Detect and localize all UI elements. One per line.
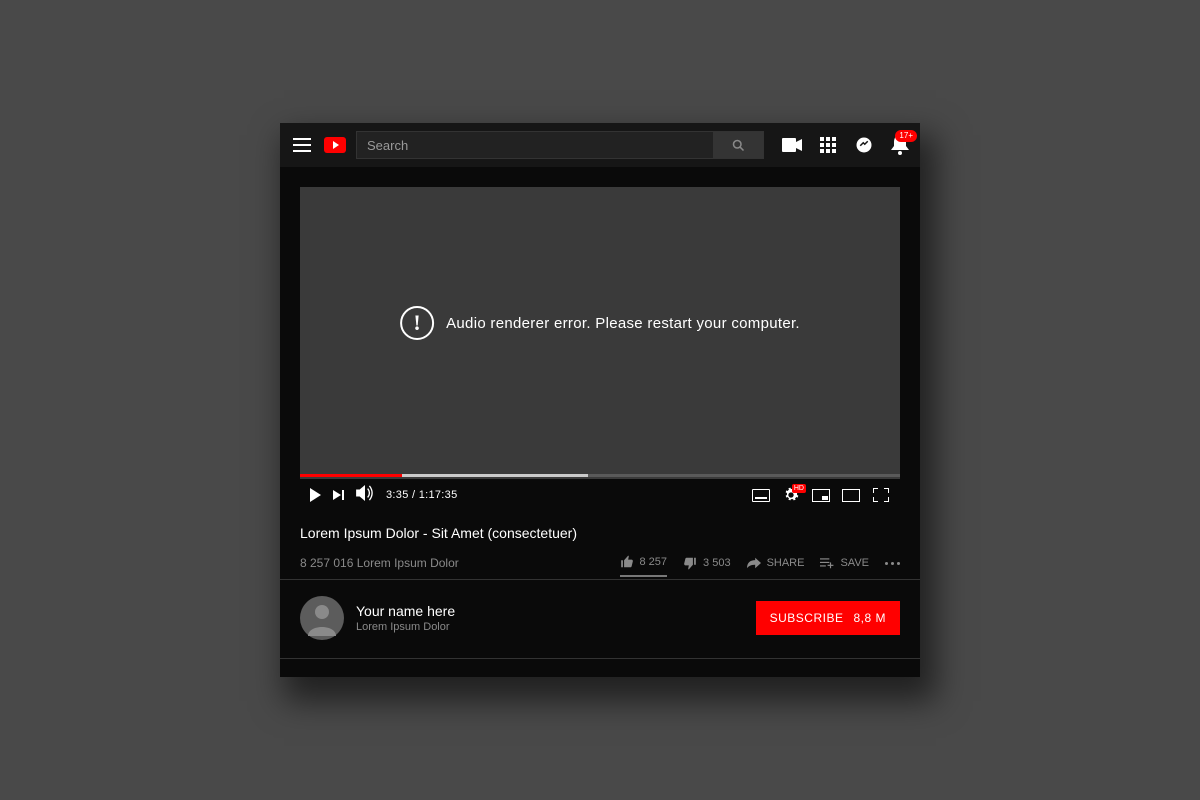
warning-icon: ! — [400, 306, 434, 340]
channel-subtitle: Lorem Ipsum Dolor — [356, 621, 455, 633]
save-button[interactable]: SAVE — [820, 550, 869, 576]
subscribe-label: SUBSCRIBE — [770, 611, 844, 625]
share-button[interactable]: SHARE — [747, 550, 805, 576]
notification-badge: 17+ — [895, 130, 917, 142]
search-bar — [356, 131, 764, 159]
subscribe-count: 8,8 M — [853, 611, 886, 625]
save-label: SAVE — [840, 557, 869, 569]
next-button[interactable] — [333, 490, 344, 500]
theater-button[interactable] — [842, 488, 860, 502]
thumbs-down-icon — [683, 556, 697, 570]
channel-info: Your name here Lorem Ipsum Dolor — [356, 603, 455, 633]
play-logo-icon — [324, 137, 346, 153]
settings-button[interactable]: HD — [782, 488, 800, 502]
fullscreen-icon — [873, 488, 889, 502]
video-title: Lorem Ipsum Dolor - Sit Amet (consectetu… — [300, 525, 900, 541]
share-icon — [747, 557, 761, 569]
share-label: SHARE — [767, 557, 805, 569]
create-video-button[interactable] — [782, 135, 802, 155]
topbar-icons: 17+ — [782, 135, 910, 155]
fullscreen-button[interactable] — [872, 488, 890, 502]
theater-icon — [842, 489, 860, 502]
captions-icon — [752, 489, 770, 502]
dislike-count: 3 503 — [703, 557, 731, 569]
hd-badge: HD — [792, 484, 806, 493]
channel-row: Your name here Lorem Ipsum Dolor SUBSCRI… — [280, 580, 920, 659]
dislike-button[interactable]: 3 503 — [683, 550, 731, 576]
topbar: 17+ — [280, 123, 920, 167]
player-controls: 3:35 / 1:17:35 HD — [300, 479, 900, 511]
messages-button[interactable] — [854, 135, 874, 155]
like-button[interactable]: 8 257 — [620, 549, 668, 577]
video-player[interactable]: ! Audio renderer error. Please restart y… — [300, 187, 900, 511]
more-icon — [885, 562, 900, 565]
miniplayer-icon — [812, 489, 830, 502]
search-icon — [731, 138, 746, 153]
player-stage: ! Audio renderer error. Please restart y… — [280, 167, 920, 511]
notifications-button[interactable]: 17+ — [890, 135, 910, 155]
site-logo[interactable] — [324, 137, 346, 153]
menu-button[interactable] — [290, 133, 314, 157]
search-input[interactable] — [357, 132, 713, 158]
view-count: 8 257 016 Lorem Ipsum Dolor — [300, 556, 459, 570]
search-button[interactable] — [713, 132, 763, 158]
camera-icon — [782, 138, 802, 152]
miniplayer-button[interactable] — [812, 488, 830, 502]
played-bar — [300, 474, 402, 477]
like-count: 8 257 — [640, 556, 668, 568]
error-text: Audio renderer error. Please restart you… — [446, 315, 800, 332]
play-button[interactable] — [310, 488, 321, 502]
apps-grid-icon — [820, 137, 836, 153]
volume-button[interactable] — [356, 485, 374, 506]
video-meta: Lorem Ipsum Dolor - Sit Amet (consectetu… — [280, 511, 920, 580]
time-total: 1:17:35 — [419, 489, 458, 501]
volume-icon — [356, 485, 374, 501]
avatar[interactable] — [300, 596, 344, 640]
error-overlay: ! Audio renderer error. Please restart y… — [400, 306, 800, 340]
video-actions: 8 257 3 503 SHARE SAVE — [620, 549, 901, 577]
chat-icon — [855, 136, 873, 154]
time-display: 3:35 / 1:17:35 — [386, 489, 458, 501]
thumbs-up-icon — [620, 555, 634, 569]
avatar-icon — [300, 596, 344, 640]
channel-name[interactable]: Your name here — [356, 603, 455, 619]
captions-button[interactable] — [752, 488, 770, 502]
apps-button[interactable] — [818, 135, 838, 155]
app-window: 17+ ! Audio renderer error. Please resta… — [280, 123, 920, 677]
subscribe-button[interactable]: SUBSCRIBE 8,8 M — [756, 601, 900, 635]
time-current: 3:35 — [386, 489, 409, 501]
playlist-add-icon — [820, 557, 834, 569]
progress-bar[interactable] — [300, 474, 900, 477]
more-button[interactable] — [885, 556, 900, 571]
